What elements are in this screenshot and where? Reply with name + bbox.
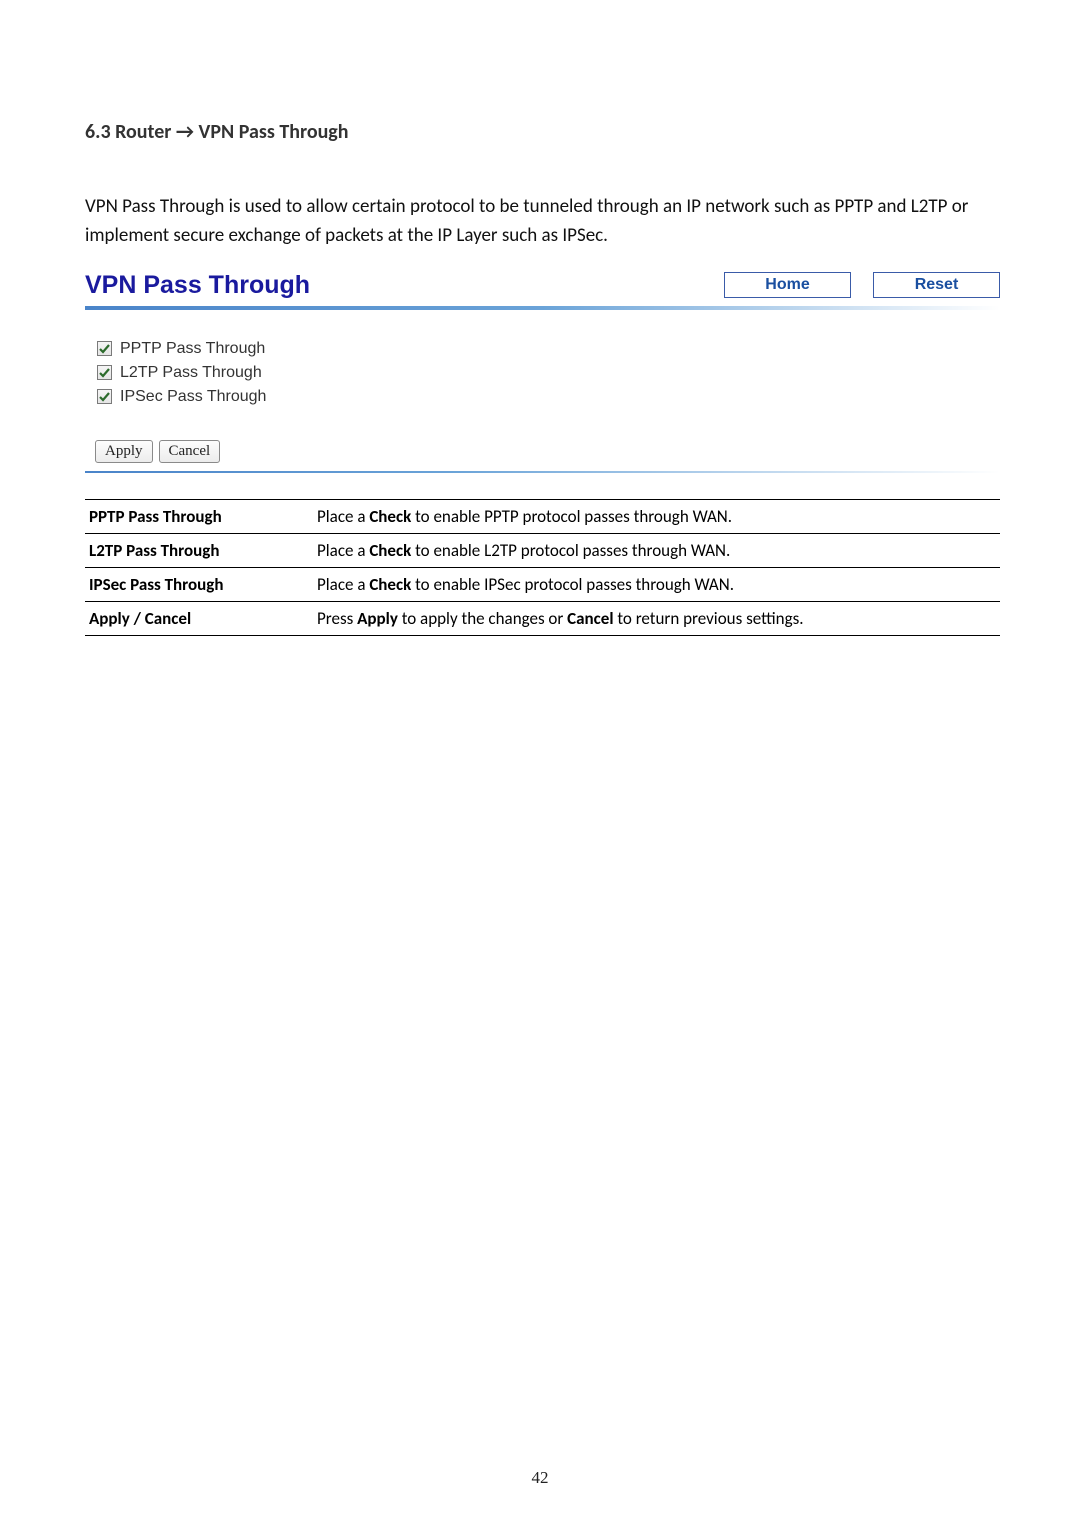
def-description: Place a Check to enable PPTP protocol pa… [313, 499, 1000, 533]
l2tp-checkbox-row: L2TP Pass Through [97, 364, 1000, 382]
def-label: PPTP Pass Through [85, 499, 313, 533]
divider [85, 306, 1000, 310]
ipsec-checkbox-row: IPSec Pass Through [97, 388, 1000, 406]
intro-paragraph: VPN Pass Through is used to allow certai… [85, 192, 1000, 251]
vpn-passthrough-panel: VPN Pass Through Home Reset PPTP Pass Th… [85, 271, 1000, 473]
apply-button[interactable]: Apply [95, 440, 153, 463]
l2tp-checkbox[interactable] [97, 365, 112, 380]
def-description: Place a Check to enable L2TP protocol pa… [313, 533, 1000, 567]
panel-title: VPN Pass Through [85, 271, 310, 300]
def-label: L2TP Pass Through [85, 533, 313, 567]
def-description: Place a Check to enable IPSec protocol p… [313, 567, 1000, 601]
definitions-table: PPTP Pass Through Place a Check to enabl… [85, 499, 1000, 636]
home-button[interactable]: Home [724, 272, 851, 298]
table-row: Apply / Cancel Press Apply to apply the … [85, 601, 1000, 635]
cancel-button[interactable]: Cancel [159, 440, 221, 463]
table-row: IPSec Pass Through Place a Check to enab… [85, 567, 1000, 601]
ipsec-checkbox[interactable] [97, 389, 112, 404]
ipsec-checkbox-label: IPSec Pass Through [120, 388, 266, 406]
pptp-checkbox-row: PPTP Pass Through [97, 340, 1000, 358]
l2tp-checkbox-label: L2TP Pass Through [120, 364, 262, 382]
pptp-checkbox[interactable] [97, 341, 112, 356]
def-label: Apply / Cancel [85, 601, 313, 635]
def-description: Press Apply to apply the changes or Canc… [313, 601, 1000, 635]
page-number: 42 [0, 1468, 1080, 1488]
reset-button[interactable]: Reset [873, 272, 1000, 298]
def-label: IPSec Pass Through [85, 567, 313, 601]
table-row: PPTP Pass Through Place a Check to enabl… [85, 499, 1000, 533]
divider-thin [85, 471, 1000, 473]
pptp-checkbox-label: PPTP Pass Through [120, 340, 265, 358]
table-row: L2TP Pass Through Place a Check to enabl… [85, 533, 1000, 567]
section-heading: 6.3 Router → VPN Pass Through [85, 120, 1000, 144]
